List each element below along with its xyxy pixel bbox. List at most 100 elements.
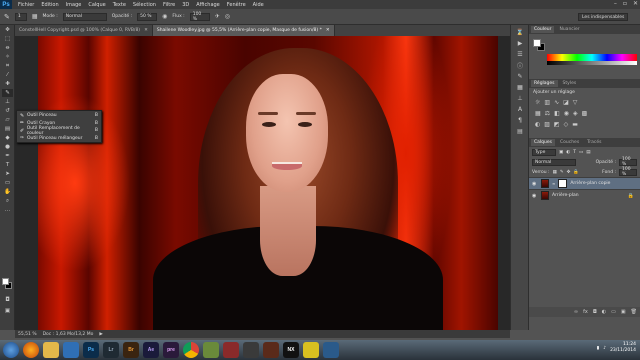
lightroom-icon[interactable]: Lr — [103, 342, 119, 358]
doc-tab-1[interactable]: ConstellHell Copyright.psd @ 100% (Calqu… — [15, 25, 153, 36]
menu-image[interactable]: Image — [66, 2, 82, 8]
marquee-tool-icon[interactable]: ⬚ — [2, 35, 13, 43]
hue-saturation-icon[interactable]: ▦ — [535, 110, 541, 117]
levels-icon[interactable]: ▥ — [544, 99, 550, 106]
blend-mode-select[interactable]: Normal — [532, 158, 576, 166]
quick-select-tool-icon[interactable]: ✧ — [2, 53, 13, 61]
eyedropper-tool-icon[interactable]: ⁄ — [2, 71, 13, 79]
lasso-tool-icon[interactable]: ꝋ — [2, 44, 13, 52]
brush-panel-icon[interactable]: ▦ — [32, 13, 38, 20]
blur-tool-icon[interactable]: ◆ — [2, 134, 13, 142]
invert-icon[interactable]: ◐ — [535, 121, 540, 128]
doc-tab-2[interactable]: Shailene Woodley.jpg @ 55,5% (Arrière-pl… — [152, 25, 335, 36]
menu-texte[interactable]: Texte — [113, 2, 126, 8]
visibility-eye-icon[interactable]: ◉ — [532, 181, 538, 187]
new-adjustment-icon[interactable]: ◐ — [602, 309, 606, 315]
lock-image-icon[interactable]: ✎ — [560, 170, 564, 175]
posterize-icon[interactable]: ▨ — [544, 121, 550, 128]
canvas-area[interactable] — [15, 36, 510, 330]
brush-presets-icon[interactable]: ▦ — [515, 83, 525, 91]
zoom-level[interactable]: 55,51 % — [18, 332, 37, 337]
color-balance-icon[interactable]: ⚖ — [545, 110, 550, 117]
app-icon[interactable] — [223, 342, 239, 358]
layer-style-icon[interactable]: fx — [583, 309, 588, 315]
clone-stamp-tool-icon[interactable]: ⊥ — [2, 98, 13, 106]
menu-3d[interactable]: 3D — [182, 2, 189, 8]
move-tool-icon[interactable]: ✥ — [2, 26, 13, 34]
black-white-icon[interactable]: ◧ — [554, 110, 560, 117]
menu-filtre[interactable]: Filtre — [163, 2, 175, 8]
menu-affichage[interactable]: Affichage — [196, 2, 220, 8]
delete-layer-icon[interactable]: 🗑 — [631, 309, 637, 315]
channel-mixer-icon[interactable]: ◈ — [573, 110, 578, 117]
paragraph-panel-icon[interactable]: ¶ — [515, 116, 525, 124]
brightness-contrast-icon[interactable]: ☼ — [535, 99, 540, 106]
tab-close-icon[interactable]: ✕ — [144, 28, 148, 33]
pressure-size-icon[interactable]: ◎ — [225, 13, 230, 20]
path-select-tool-icon[interactable]: ➤ — [2, 170, 13, 178]
network-icon[interactable]: ▮ — [597, 346, 599, 351]
filter-type-icon[interactable]: T — [573, 150, 576, 155]
healing-tool-icon[interactable]: ✚ — [2, 80, 13, 88]
brush-preset-icon[interactable]: ✎ — [4, 13, 10, 21]
media-player-icon[interactable] — [63, 342, 79, 358]
selective-color-icon[interactable]: ◇ — [564, 121, 569, 128]
menu-edition[interactable]: Edition — [41, 2, 58, 8]
color-spectrum[interactable] — [547, 54, 637, 61]
layer-row[interactable]: ◉ ∞ Arrière-plan copie — [529, 177, 640, 189]
app-icon[interactable] — [263, 342, 279, 358]
brush-panel-icon[interactable]: ✎ — [515, 72, 525, 80]
tab-traces[interactable]: Tracés — [584, 139, 604, 146]
after-effects-icon[interactable]: Ae — [143, 342, 159, 358]
bridge-icon[interactable]: Br — [123, 342, 139, 358]
screen-mode-icon[interactable]: ▣ — [2, 307, 13, 315]
eraser-tool-icon[interactable]: ▱ — [2, 116, 13, 124]
tab-calques[interactable]: Calques — [531, 139, 555, 146]
gradient-map-icon[interactable]: ▬ — [572, 121, 578, 128]
premiere-icon[interactable]: pre — [163, 342, 179, 358]
tab-nuancier[interactable]: Nuancier — [556, 26, 582, 33]
link-layers-icon[interactable]: ∞ — [574, 309, 578, 315]
app-icon[interactable] — [203, 342, 219, 358]
volume-icon[interactable]: ♪ — [603, 346, 606, 351]
mode-select[interactable]: Normal — [62, 12, 107, 21]
layer-filter-select[interactable]: Type — [532, 148, 556, 156]
status-arrow-icon[interactable]: ▶ — [99, 332, 102, 337]
history-brush-tool-icon[interactable]: ↺ — [2, 107, 13, 115]
clone-source-icon[interactable]: ⊥ — [515, 94, 525, 102]
filter-adjust-icon[interactable]: ◐ — [566, 150, 570, 155]
layer-row[interactable]: ◉ Arrière-plan 🔒 — [529, 189, 640, 201]
hand-tool-icon[interactable]: ✋ — [2, 188, 13, 196]
visibility-eye-icon[interactable]: ◉ — [532, 193, 538, 199]
workspace-select[interactable]: Les indispensables — [578, 13, 628, 21]
zoom-tool-icon[interactable]: ⌕ — [2, 197, 13, 205]
pressure-opacity-icon[interactable]: ◉ — [162, 13, 167, 20]
flyout-item-brush[interactable]: ✎ Outil Pinceau B — [17, 112, 101, 120]
lock-all-icon[interactable]: 🔒 — [573, 170, 579, 175]
opacity-field[interactable]: 50 % — [137, 12, 158, 21]
new-layer-icon[interactable]: ▣ — [621, 309, 626, 315]
curves-icon[interactable]: ∿ — [554, 99, 559, 106]
properties-panel-icon[interactable]: ☰ — [515, 50, 525, 58]
tab-couches[interactable]: Couches — [557, 139, 582, 146]
brush-tool-icon[interactable]: ✎ — [2, 89, 13, 97]
color-panel-foreground-swatch[interactable] — [533, 39, 541, 47]
photo-filter-icon[interactable]: ◉ — [564, 110, 569, 117]
clock[interactable]: 11:24 23/11/2014 — [610, 342, 636, 354]
filter-smart-icon[interactable]: ▤ — [586, 150, 590, 155]
app-icon[interactable] — [303, 342, 319, 358]
menu-fenetre[interactable]: Fenêtre — [227, 2, 246, 8]
history-panel-icon[interactable]: ⌛ — [515, 28, 525, 36]
firefox-icon[interactable] — [23, 342, 39, 358]
fill-field[interactable]: 100 % — [619, 167, 637, 177]
close-icon[interactable]: ✕ — [633, 0, 638, 7]
filter-shape-icon[interactable]: ▭ — [579, 150, 583, 155]
tab-reglages[interactable]: Réglages — [531, 80, 558, 87]
flow-field[interactable]: 100 % — [189, 12, 210, 22]
tab-couleur[interactable]: Couleur — [531, 26, 555, 33]
character-panel-icon[interactable]: A — [515, 105, 525, 113]
filter-pixel-icon[interactable]: ▣ — [559, 150, 563, 155]
pen-tool-icon[interactable]: ✒ — [2, 152, 13, 160]
maximize-icon[interactable]: ▫ — [623, 0, 627, 7]
windows-start-icon[interactable] — [3, 342, 19, 358]
